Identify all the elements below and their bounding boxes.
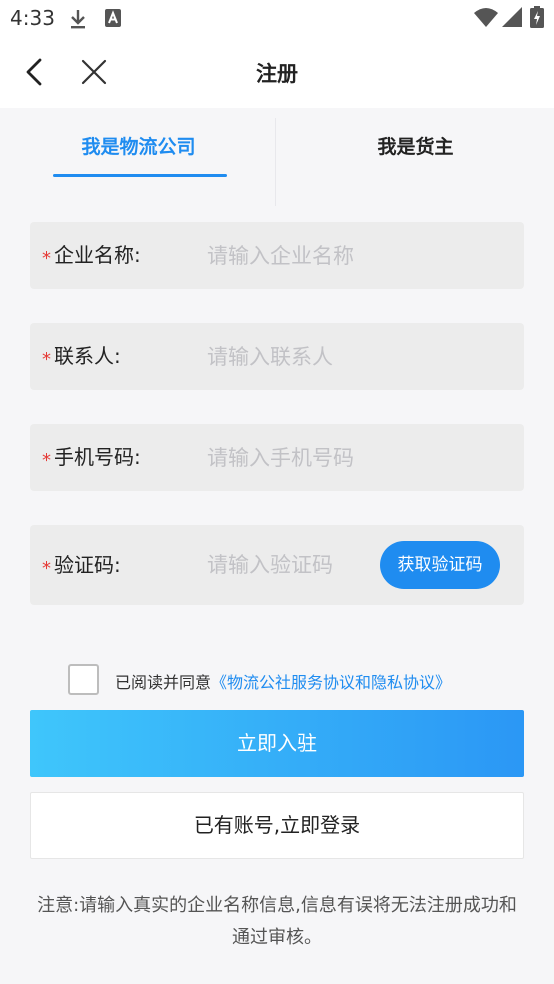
battery-icon [530, 6, 544, 32]
tab-cargo-owner-label: 我是货主 [377, 136, 454, 158]
contact-input[interactable] [207, 323, 487, 390]
required-mark: * [42, 349, 51, 370]
download-icon [68, 8, 88, 34]
page-title: 注册 [256, 62, 298, 86]
tab-logistics-company[interactable]: 我是物流公司 [0, 108, 277, 206]
role-tabs: 我是物流公司 我是货主 [0, 108, 554, 206]
agreement-text: 已阅读并同意《物流公社服务协议和隐私协议》 [115, 669, 451, 693]
required-mark: * [42, 558, 51, 579]
company-name-label: * 企业名称: [42, 243, 141, 269]
login-button[interactable]: 已有账号,立即登录 [30, 792, 524, 859]
app-header: 注册 [0, 38, 554, 108]
wifi-icon [474, 7, 498, 31]
company-name-input[interactable] [207, 222, 487, 289]
verification-code-field: *验证码: 获取验证码 [30, 525, 524, 605]
notice-text: 注意:请输入真实的企业名称信息,信息有误将无法注册成功和通过审核。 [37, 895, 517, 948]
phone-label: * 手机号码: [42, 445, 141, 471]
tab-cargo-owner[interactable]: 我是货主 [277, 108, 554, 206]
status-bar: 4:33 [0, 0, 554, 38]
required-mark: * [42, 248, 51, 269]
get-code-button[interactable]: 获取验证码 [380, 541, 500, 589]
verification-code-label: * 验证码: [42, 553, 121, 579]
agreement-checkbox[interactable] [68, 664, 99, 695]
verification-code-input[interactable] [207, 525, 387, 605]
agreement-prefix: 已阅读并同意 [115, 673, 212, 692]
submit-button[interactable]: 立即入驻 [30, 710, 524, 777]
tab-active-indicator [53, 174, 227, 177]
tab-logistics-company-label: 我是物流公司 [81, 136, 196, 158]
tab-divider [275, 118, 276, 206]
required-mark: * [42, 450, 51, 471]
agreement-link[interactable]: 《物流公社服务协议和隐私协议》 [211, 673, 451, 692]
company-name-field: * 企业名称: [30, 222, 524, 289]
phone-input[interactable] [207, 424, 487, 491]
phone-field: * 手机号码: [30, 424, 524, 491]
contact-label: * 联系人: [42, 344, 121, 370]
signal-icon [502, 7, 522, 31]
status-time: 4:33 [10, 6, 55, 30]
a-box-icon [104, 8, 122, 32]
contact-field: * 联系人: [30, 323, 524, 390]
